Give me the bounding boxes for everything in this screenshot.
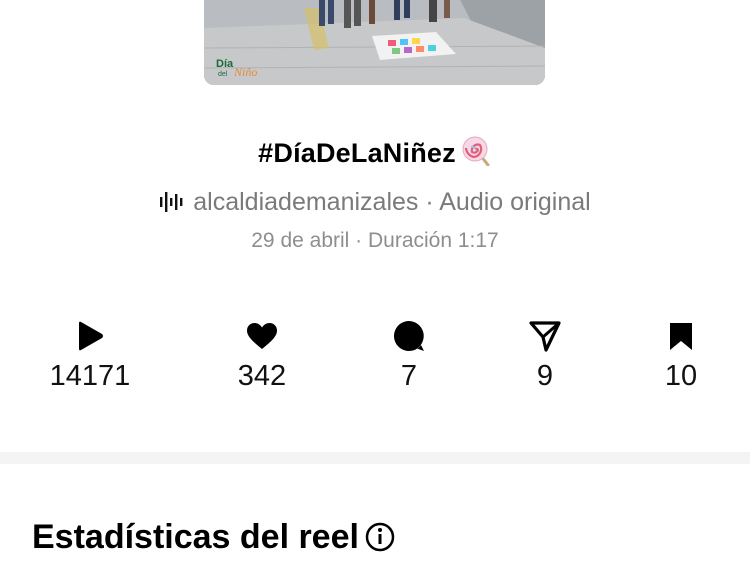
stat-value: 7 — [400, 360, 418, 392]
send-icon — [485, 318, 605, 354]
heart-icon — [202, 318, 322, 354]
reel-thumbnail[interactable]: Día del Niño — [204, 0, 545, 85]
comment-icon — [349, 318, 469, 354]
reel-title: #DíaDeLaNiñez — [0, 136, 750, 173]
bookmark-icon — [621, 318, 741, 354]
thumbnail-logo-text: Niño — [233, 65, 257, 79]
stat-value: 342 — [237, 360, 287, 392]
thumbnail-logo-text: del — [218, 71, 228, 78]
section-heading: Estadísticas del reel — [32, 518, 395, 561]
stat-value: 10 — [664, 360, 698, 392]
stat-value: 14171 — [49, 360, 131, 392]
stat-shares: 9 — [485, 318, 605, 393]
info-icon[interactable] — [365, 522, 395, 561]
stat-saves: 10 — [621, 318, 741, 393]
play-icon — [30, 318, 150, 354]
thumbnail-logo-text: Día — [216, 58, 234, 70]
stat-comments: 7 — [349, 318, 469, 393]
audio-source-link[interactable]: alcaldiademanizales · Audio original — [0, 188, 750, 220]
stat-plays: 14171 — [30, 318, 150, 393]
lollipop-icon — [462, 136, 492, 173]
audio-text: alcaldiademanizales · Audio original — [193, 188, 591, 216]
audio-wave-icon — [159, 191, 183, 220]
stat-likes: 342 — [202, 318, 322, 393]
section-title-text: Estadísticas del reel — [32, 518, 359, 556]
section-divider — [0, 452, 750, 464]
reel-meta: 29 de abril · Duración 1:17 — [251, 229, 499, 252]
stat-value: 9 — [536, 360, 554, 392]
reel-title-text: #DíaDeLaNiñez — [258, 138, 456, 168]
